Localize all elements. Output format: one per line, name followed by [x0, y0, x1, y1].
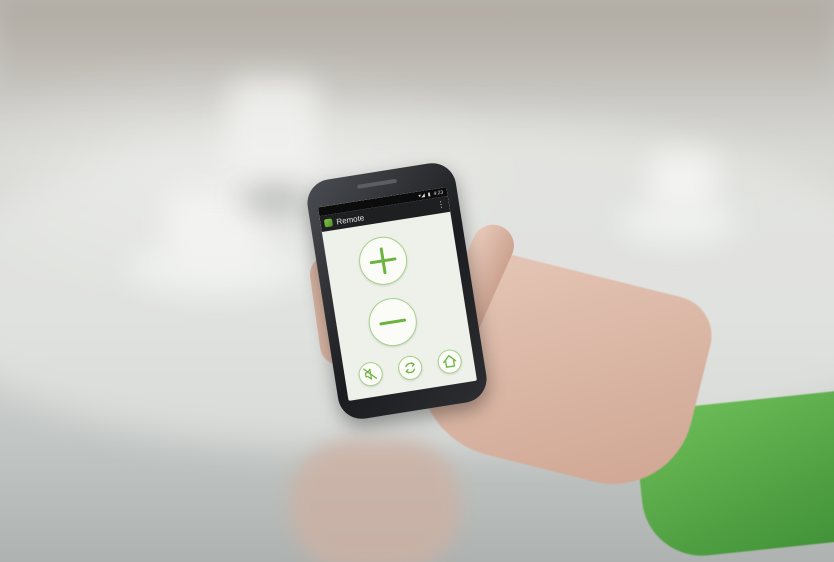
- home-button[interactable]: [435, 347, 464, 376]
- phone-earpiece: [356, 178, 398, 189]
- remote-controls: [322, 212, 477, 401]
- status-time: 4:23: [433, 189, 444, 197]
- overflow-menu-icon[interactable]: ⋮: [436, 199, 445, 209]
- blurred-other-hand: [290, 440, 460, 562]
- volume-down-button[interactable]: [365, 294, 421, 350]
- home-icon: [443, 355, 457, 368]
- app-logo-icon: [323, 218, 334, 228]
- battery-icon: ▮: [427, 191, 431, 198]
- plus-icon: [369, 247, 397, 275]
- signal-icon: ▾◢: [418, 192, 426, 199]
- phone-screen: ▾◢ ▮ 4:23 Remote ⋮: [317, 187, 477, 401]
- refresh-icon: [405, 362, 416, 374]
- center-glass-shadow: [240, 185, 310, 213]
- program-button[interactable]: [396, 354, 424, 382]
- center-glass: [228, 80, 318, 200]
- background-window-glow: [0, 0, 834, 110]
- right-cup: [648, 152, 718, 214]
- minus-icon: [379, 318, 407, 326]
- speaker-mute-icon: [363, 368, 378, 380]
- mute-button[interactable]: [356, 360, 385, 388]
- volume-up-button[interactable]: [355, 233, 411, 289]
